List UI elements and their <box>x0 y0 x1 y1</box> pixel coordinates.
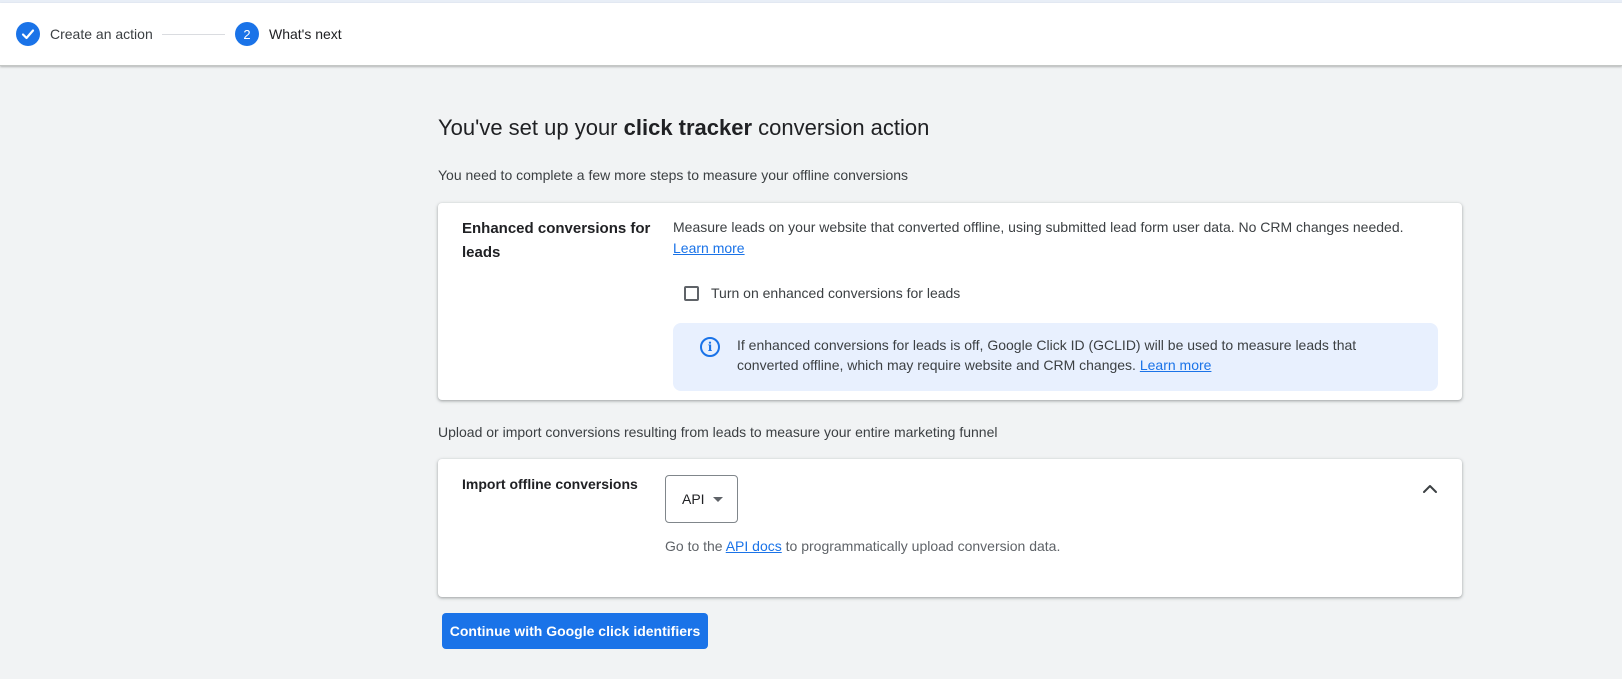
import-offline-conversions-title: Import offline conversions <box>462 476 638 492</box>
chevron-down-icon <box>712 496 723 502</box>
title-suffix: conversion action <box>752 115 930 140</box>
enhanced-conversions-description: Measure leads on your website that conve… <box>673 217 1443 259</box>
learn-more-link[interactable]: Learn more <box>673 240 745 256</box>
step-create-action: Create an action <box>16 22 153 46</box>
funnel-description: Upload or import conversions resulting f… <box>438 424 998 440</box>
checkbox-label[interactable]: Turn on enhanced conversions for leads <box>711 285 960 301</box>
info-message: If enhanced conversions for leads is off… <box>737 337 1357 373</box>
enhanced-conversions-card: Enhanced conversions for leads Measure l… <box>438 203 1462 400</box>
title-bold: click tracker <box>623 115 753 140</box>
info-learn-more-link[interactable]: Learn more <box>1140 357 1212 373</box>
check-icon <box>21 29 35 40</box>
description-text: Measure leads on your website that conve… <box>673 219 1404 235</box>
api-suffix: to programmatically upload conversion da… <box>781 538 1061 554</box>
import-method-select[interactable]: API <box>665 475 738 523</box>
api-docs-text: Go to the API docs to programmatically u… <box>665 538 1060 554</box>
chevron-up-icon <box>1423 485 1437 493</box>
enhanced-conversions-title: Enhanced conversions for leads <box>462 220 651 261</box>
info-text: If enhanced conversions for leads is off… <box>737 335 1417 375</box>
step-connector <box>162 34 225 35</box>
collapse-button[interactable] <box>1418 477 1442 501</box>
api-docs-link[interactable]: API docs <box>726 538 782 554</box>
step-label: What's next <box>269 26 342 42</box>
import-method-value: API <box>682 491 705 507</box>
enhanced-conversions-checkbox[interactable] <box>684 285 699 301</box>
import-offline-conversions-card: Import offline conversions API Go to the… <box>438 459 1462 597</box>
page-subtitle: You need to complete a few more steps to… <box>438 167 909 183</box>
stepper: Create an action 2 What's next <box>0 3 1622 66</box>
continue-button[interactable]: Continue with Google click identifiers <box>442 613 708 649</box>
page-title: You've set up your click tracker convers… <box>438 115 929 141</box>
info-icon: i <box>700 337 720 357</box>
step-label: Create an action <box>50 26 153 42</box>
title-prefix: You've set up your <box>438 115 624 140</box>
step-whats-next: 2 What's next <box>235 22 342 46</box>
step-number-circle: 2 <box>235 22 259 46</box>
api-prefix: Go to the <box>665 538 726 554</box>
gclid-info-box: i If enhanced conversions for leads is o… <box>673 323 1438 391</box>
step-complete-circle <box>16 22 40 46</box>
enhanced-conversions-toggle-row[interactable]: Turn on enhanced conversions for leads <box>684 285 960 301</box>
